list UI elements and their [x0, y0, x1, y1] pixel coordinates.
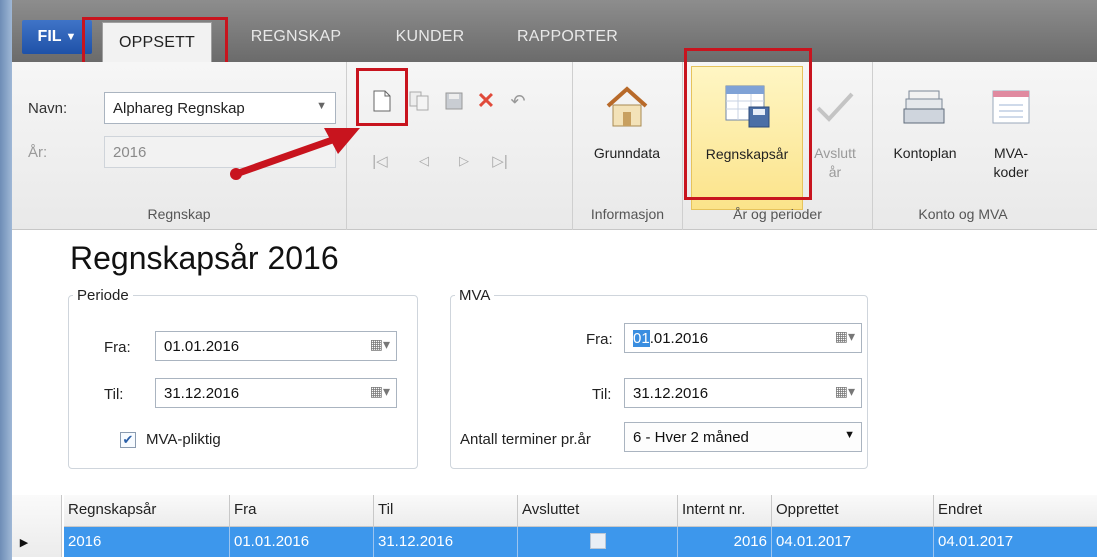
ar-label: År: — [28, 144, 48, 161]
regnskapsar-label: Regnskapsår — [705, 146, 789, 162]
ribbon-group-informasjon: Grunndata Informasjon — [573, 62, 683, 230]
tab-label: OPPSETT — [118, 33, 196, 51]
column-header-fra[interactable]: Fra — [230, 495, 374, 527]
mva-til-label: Til: — [592, 386, 612, 403]
antall-terminer-select[interactable]: 6 - Hver 2 måned ▼ — [624, 422, 862, 452]
regnskapsar-button[interactable]: Regnskapsår — [691, 66, 803, 210]
calendar-dropdown-icon[interactable]: ▦▾ — [835, 383, 855, 400]
current-row-indicator-icon: ▶ — [19, 536, 29, 549]
periode-fra-datepicker[interactable]: 01.01.2016 ▦▾ — [155, 331, 397, 361]
periode-legend: Periode — [77, 287, 129, 304]
regnskapsar-grid: ▶ Regnskapsår Fra Til Avsluttet Internt … — [12, 495, 1097, 560]
save-icon[interactable] — [439, 86, 469, 116]
periode-til-value: 31.12.2016 — [164, 385, 240, 402]
antall-terminer-value: 6 - Hver 2 måned — [633, 429, 749, 446]
app-window: FIL ▼ OPPSETT REGNSKAP KUNDER RAPPORTER … — [0, 0, 1097, 560]
cell-internt-nr[interactable]: 2016 — [678, 527, 772, 557]
calendar-dropdown-icon[interactable]: ▦▾ — [370, 383, 390, 400]
column-header-endret[interactable]: Endret — [934, 495, 1097, 527]
periode-fra-label: Fra: — [104, 339, 131, 356]
periode-til-datepicker[interactable]: 31.12.2016 ▦▾ — [155, 378, 397, 408]
tab-label: KUNDER — [395, 28, 465, 45]
mva-fra-value-rest: .01.2016 — [649, 330, 709, 347]
checkmark-icon — [803, 70, 867, 144]
group-label-ar-og-perioder: År og perioder — [733, 206, 822, 222]
group-label-informasjon: Informasjon — [590, 206, 665, 222]
cell-til[interactable]: 31.12.2016 — [374, 527, 518, 557]
cell-endret[interactable]: 04.01.2017 — [934, 527, 1097, 557]
mva-legend: MVA — [459, 287, 491, 304]
mva-label-line1: MVA- — [994, 145, 1028, 161]
column-header-internt-nr[interactable]: Internt nr. — [678, 495, 772, 527]
previous-record-icon[interactable]: ◁ — [411, 148, 437, 174]
next-record-icon[interactable]: ▷ — [451, 148, 477, 174]
undo-icon[interactable]: ↶ — [503, 86, 533, 116]
mva-fra-datepicker[interactable]: 01.01.2016 ▦▾ — [624, 323, 862, 353]
tab-label: RAPPORTER — [516, 28, 619, 45]
ribbon-group-konto-og-mva: Kontoplan MVA- koder Konto og MVA — [873, 62, 1053, 230]
avslutt-label-line2: år — [828, 164, 842, 180]
calendar-save-icon — [692, 67, 802, 145]
ribbon-panel: Navn: Alphareg Regnskap ▼ År: 2016 Regns… — [12, 62, 1097, 230]
cell-regnskapsar[interactable]: 2016 — [64, 527, 230, 557]
calendar-dropdown-icon[interactable]: ▦▾ — [835, 328, 855, 345]
column-header-avsluttet[interactable]: Avsluttet — [518, 495, 678, 527]
window-frame — [0, 0, 12, 560]
last-record-icon[interactable]: ▷| — [487, 148, 513, 174]
mva-fra-label: Fra: — [586, 331, 613, 348]
avslutt-ar-button[interactable]: Avslutt år — [803, 70, 867, 182]
copy-icon[interactable] — [405, 86, 435, 116]
mva-koder-button[interactable]: MVA- koder — [977, 70, 1045, 182]
grunndata-label: Grunndata — [593, 145, 661, 161]
cell-opprettet[interactable]: 04.01.2017 — [772, 527, 934, 557]
mva-label-line2: koder — [993, 164, 1029, 180]
delete-icon[interactable]: ✕ — [471, 86, 501, 116]
cell-avsluttet[interactable] — [518, 527, 678, 557]
arrow-annotation-icon — [230, 128, 360, 180]
avslutt-label-line1: Avslutt — [814, 145, 856, 161]
column-header-opprettet[interactable]: Opprettet — [772, 495, 934, 527]
mva-fra-selected-segment: 01 — [633, 330, 650, 347]
group-label-konto-og-mva: Konto og MVA — [918, 206, 1008, 222]
page-title: Regnskapsår 2016 — [70, 240, 339, 276]
kontoplan-label: Kontoplan — [893, 145, 957, 161]
file-menu-label: FIL — [37, 28, 62, 45]
house-icon — [577, 70, 677, 144]
avsluttet-checkbox[interactable] — [590, 533, 606, 549]
chevron-down-icon: ▼ — [65, 31, 77, 43]
tab-rapporter[interactable]: RAPPORTER — [500, 20, 635, 54]
grunndata-button[interactable]: Grunndata — [577, 70, 677, 163]
calendar-dropdown-icon[interactable]: ▦▾ — [370, 336, 390, 353]
card-index-icon — [879, 70, 971, 144]
mva-pliktig-label: MVA-pliktig — [146, 431, 221, 448]
tab-regnskap[interactable]: REGNSKAP — [236, 20, 356, 54]
kontoplan-button[interactable]: Kontoplan — [879, 70, 971, 163]
ribbon-group-records: ✕ ↶ |◁ ◁ ▷ ▷| — [347, 62, 573, 230]
mva-pliktig-checkbox[interactable]: ✔ — [120, 432, 136, 448]
file-menu-button[interactable]: FIL ▼ — [22, 20, 92, 54]
ribbon-group-ar-og-perioder: Regnskapsår Avslutt år År og perioder — [683, 62, 873, 230]
column-header-regnskapsar[interactable]: Regnskapsår — [64, 495, 230, 527]
periode-til-label: Til: — [104, 386, 124, 403]
antall-terminer-label: Antall terminer pr.år — [460, 431, 591, 448]
mva-til-datepicker[interactable]: 31.12.2016 ▦▾ — [624, 378, 862, 408]
group-label-regnskap: Regnskap — [147, 206, 211, 222]
tab-label: REGNSKAP — [250, 28, 342, 45]
ar-value: 2016 — [113, 144, 147, 161]
cell-fra[interactable]: 01.01.2016 — [230, 527, 374, 557]
navn-label: Navn: — [28, 100, 68, 117]
chevron-down-icon: ▼ — [844, 429, 855, 441]
column-header-til[interactable]: Til — [374, 495, 518, 527]
table-icon — [977, 70, 1045, 144]
mva-til-value: 31.12.2016 — [633, 385, 709, 402]
tab-kunder[interactable]: KUNDER — [380, 20, 480, 54]
periode-fra-value: 01.01.2016 — [164, 338, 240, 355]
tab-oppsett[interactable]: OPPSETT — [102, 22, 212, 62]
